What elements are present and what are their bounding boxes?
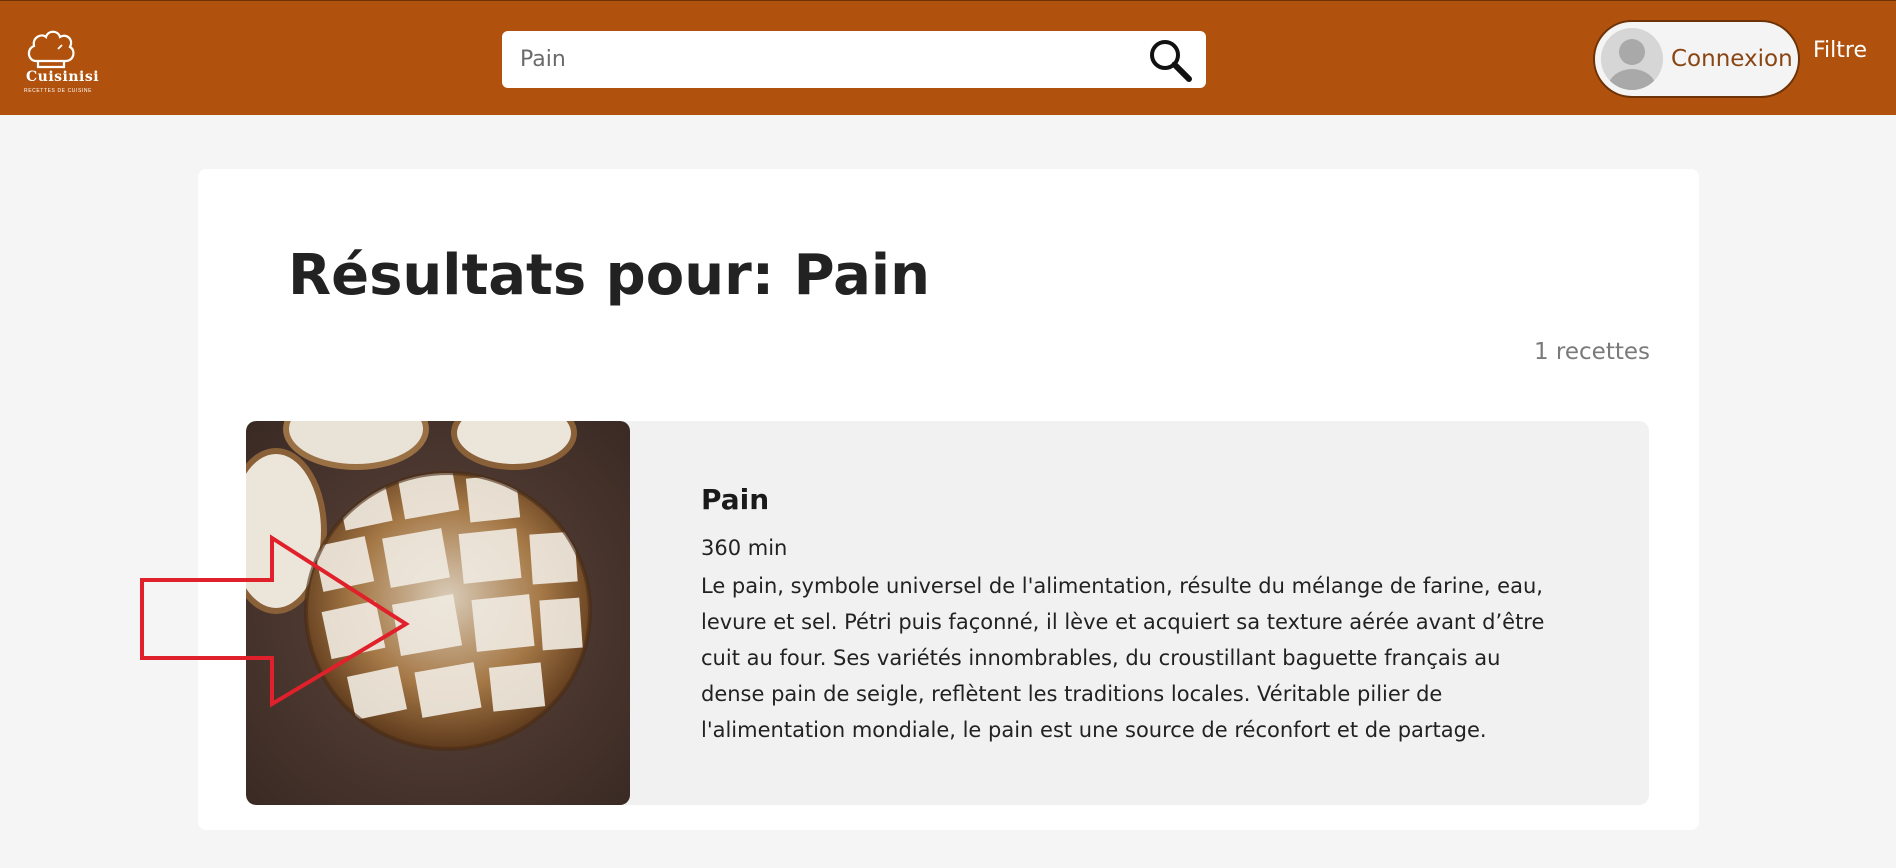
recipe-title[interactable]: Pain xyxy=(701,483,769,516)
recipe-description: Le pain, symbole universel de l'alimenta… xyxy=(701,574,1545,742)
filter-link[interactable]: Filtre xyxy=(1813,38,1867,63)
recipe-image[interactable] xyxy=(246,421,630,805)
chef-hat-icon xyxy=(27,30,75,69)
recipe-card[interactable]: Pain 360 min Le pain, symbole universel … xyxy=(246,421,1649,805)
result-count: 1 recettes xyxy=(1533,339,1650,365)
top-navigation-bar: Cuisinisi RECETTES DE CUISINE Connexion … xyxy=(0,0,1896,115)
page-title: Résultats pour: Pain xyxy=(288,243,930,308)
login-button[interactable]: Connexion xyxy=(1593,20,1800,98)
search-box xyxy=(502,31,1206,88)
search-button[interactable] xyxy=(1146,37,1194,83)
site-logo[interactable]: Cuisinisi RECETTES DE CUISINE xyxy=(18,27,99,97)
login-label: Connexion xyxy=(1671,46,1793,72)
logo-tagline: RECETTES DE CUISINE xyxy=(24,88,93,94)
user-avatar-icon xyxy=(1601,28,1663,90)
results-panel: Résultats pour: Pain 1 recettes Pain 360… xyxy=(198,169,1699,830)
search-icon xyxy=(1150,40,1192,82)
logo-name: Cuisinisi xyxy=(26,69,100,85)
search-input[interactable] xyxy=(520,31,1120,88)
bread-loaf-image xyxy=(246,421,630,805)
recipe-duration: 360 min xyxy=(701,536,788,560)
